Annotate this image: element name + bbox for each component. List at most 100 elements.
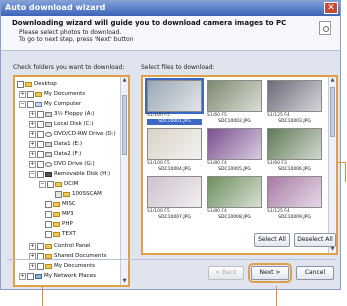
checkbox-icon[interactable] [27,100,34,108]
checkbox-icon[interactable] [27,90,34,98]
thumbnail-image[interactable] [267,80,322,112]
checkbox-icon[interactable] [17,80,24,88]
tree-item-desktop[interactable]: Desktop [17,80,57,88]
deselect-all-button[interactable]: Deselect All [294,233,336,247]
expand-icon[interactable]: + [29,130,36,138]
collapse-icon[interactable]: − [39,180,46,188]
scroll-up-icon[interactable]: ▲ [121,77,128,84]
thumbnail-scrollbar[interactable]: ▲ ▼ [328,77,336,253]
tree-item-control-panel[interactable]: + Control Panel [29,242,90,250]
tree-item-my-documents-2[interactable]: + My Documents [29,262,95,270]
cancel-button[interactable]: Cancel [296,266,334,280]
thumbnail-item[interactable]: S1/100 F5 SDC10007.JPG [147,176,202,220]
checkbox-icon[interactable] [37,242,44,250]
thumbnail-item[interactable]: S1/60 F3 SDC10006.JPG [267,128,322,172]
folder-icon [53,211,60,217]
checkbox-icon[interactable] [37,110,44,118]
checkbox-icon[interactable] [45,200,52,208]
expand-icon[interactable]: + [29,160,36,168]
tree-item-my-computer[interactable]: − My Computer [19,100,81,108]
expand-icon[interactable]: + [29,120,36,128]
checkbox-icon[interactable] [45,210,52,218]
thumbnail-image[interactable] [147,176,202,208]
window-title: Auto download wizard [5,3,106,12]
thumbnail-item[interactable]: S1/100 F5 SDC10001.JPG [145,78,204,125]
next-button[interactable]: Next > [248,263,292,283]
thumbnail-image[interactable] [207,128,262,160]
scroll-up-icon[interactable]: ▲ [329,77,336,84]
tree-item-php[interactable]: PHP [45,220,73,228]
thumbnail-image[interactable] [145,78,204,114]
expand-icon[interactable]: + [29,140,36,148]
checkbox-checked-icon[interactable] [55,190,62,198]
tree-item-mp3[interactable]: MP3 [45,210,74,218]
expand-icon[interactable]: + [29,242,36,250]
expand-icon[interactable]: + [29,262,36,270]
checkbox-icon[interactable] [27,272,34,280]
thumbnail-item[interactable]: S1/80 F4 SDC10008.JPG [207,176,262,220]
tree-item-dcim[interactable]: − DCIM [39,180,78,188]
tree-item-data2[interactable]: + Data2 (F:) [29,150,81,158]
expand-icon[interactable]: + [29,110,36,118]
thumbnail-item[interactable]: S1/80 F4 SDC10005.JPG [207,128,262,172]
tree-item-my-documents[interactable]: + My Documents [19,90,85,98]
thumbnail-image[interactable] [207,80,262,112]
folder-icon [45,263,52,269]
expand-icon[interactable]: + [29,150,36,158]
thumbnail-grid[interactable]: S1/100 F5 SDC10001.JPG S1/60 F5 SDC10002.JP… [141,75,338,255]
thumbnail-scroll-thumb[interactable] [330,87,335,137]
disc-icon [45,161,52,167]
collapse-icon[interactable]: − [29,170,36,178]
tree-item-text[interactable]: TEXT [45,230,76,238]
expand-icon[interactable]: + [19,90,26,98]
tree-item-data1[interactable]: + Data1 (E:) [29,140,82,148]
header-title: Downloading wizard will guide you to dow… [12,19,287,27]
scroll-down-icon[interactable]: ▼ [329,246,336,253]
network-icon [35,273,42,279]
tree-scroll-thumb[interactable] [122,95,127,155]
back-button[interactable]: < Back [208,266,244,280]
thumbnail-item[interactable]: S1/125 F4 SDC10009.JPG [267,176,322,220]
expand-icon[interactable]: + [19,272,26,280]
thumbnail-item[interactable]: S1/60 F5 SDC10002.JPG [207,80,262,124]
checkbox-icon[interactable] [37,262,44,270]
drive-icon [45,151,52,157]
tree-item-floppy[interactable]: +3½ Floppy (A:) [29,110,94,118]
thumbnail-filename: SDC10005.JPG [218,167,251,172]
tree-scrollbar[interactable]: ▲ ▼ [120,77,128,285]
collapse-icon[interactable]: − [19,100,26,108]
checkbox-icon[interactable] [37,140,44,148]
scroll-down-icon[interactable]: ▼ [121,278,128,285]
tree-item-dvd-drive[interactable]: + DVD Drive (G:) [29,160,95,168]
thumbnail-image[interactable] [267,176,322,208]
tree-item-local-disk[interactable]: + Local Disk (C:) [29,120,94,128]
tree-item-removable-disk[interactable]: − Removable Disk (H:) [29,170,110,178]
checkbox-icon[interactable] [45,230,52,238]
thumbnail-filename: SDC10006.JPG [278,167,311,172]
footer-separator [7,259,336,260]
thumbnail-image[interactable] [207,176,262,208]
tree-item-dvd-cdrw[interactable]: + DVD/CD-RW Drive (D:) [29,130,116,138]
select-all-button[interactable]: Select All [254,233,290,247]
thumbnail-image[interactable] [147,128,202,160]
camera-icon [45,171,52,177]
checkbox-icon[interactable] [47,180,54,188]
thumbnail-item[interactable]: S1/125 F4 SDC10003.JPG [267,80,322,124]
checkbox-icon[interactable] [37,120,44,128]
tree-item-network-places[interactable]: + My Network Places [19,272,96,280]
tree-item-misc[interactable]: MISC [45,200,76,208]
checkbox-icon[interactable] [37,150,44,158]
title-bar[interactable]: Auto download wizard ✕ [1,1,340,16]
checkbox-icon[interactable] [37,130,44,138]
tree-item-100sscam[interactable]: 100SSCAM [55,190,102,198]
checkbox-icon[interactable] [37,160,44,168]
folder-icon [63,191,70,197]
thumbnail-image[interactable] [267,128,322,160]
folder-icon [45,243,52,249]
thumbnail-item[interactable]: S1/100 F5 SDC10004.JPG [147,128,202,172]
thumbnail-filename: SDC10009.JPG [278,215,311,220]
checkbox-icon[interactable] [37,170,44,178]
close-icon[interactable]: ✕ [324,2,338,14]
checkbox-icon[interactable] [45,220,52,228]
folder-tree[interactable]: Desktop + My Documents − My Computer +3½ F… [13,75,130,287]
